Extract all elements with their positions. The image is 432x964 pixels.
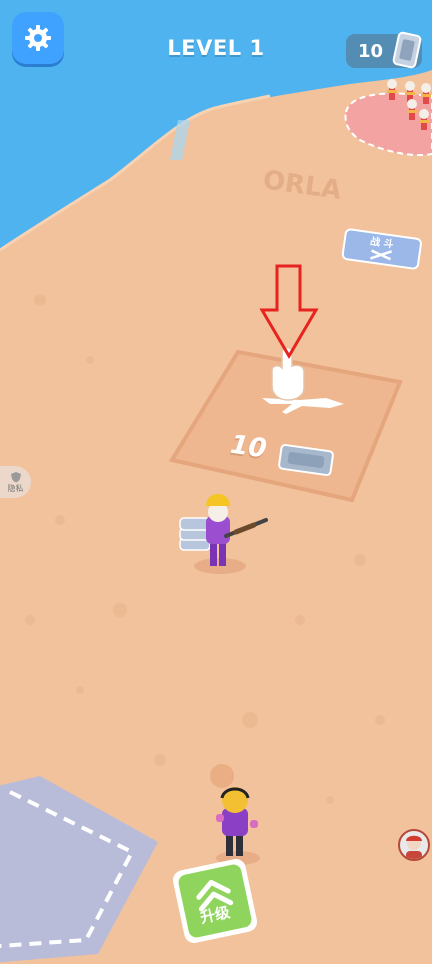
privacy-button[interactable]: 隐私 xyxy=(0,466,31,498)
upgrade-button[interactable]: 升级 xyxy=(170,856,260,946)
enemy-face-icon xyxy=(406,835,422,859)
enemy-avatar[interactable] xyxy=(398,829,430,861)
game-map[interactable]: ORLA xyxy=(0,0,432,964)
cash-stack-carried xyxy=(179,517,211,551)
shield-icon xyxy=(10,471,21,482)
cash-stack-icon xyxy=(392,31,422,69)
privacy-label: 隐私 xyxy=(7,483,24,493)
currency-counter: 10 xyxy=(346,31,422,69)
currency-value: 10 xyxy=(358,40,384,62)
